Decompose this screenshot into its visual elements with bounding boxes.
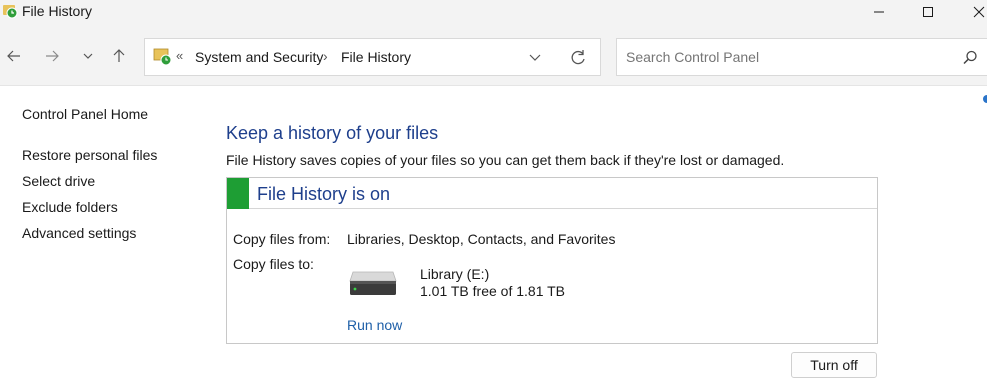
hard-drive-icon: [349, 271, 397, 295]
back-button[interactable]: [2, 44, 26, 68]
page-description: File History saves copies of your files …: [226, 152, 785, 168]
backup-drive-name: Library (E:): [420, 266, 490, 282]
page-heading: Keep a history of your files: [226, 123, 439, 143]
copy-from-value: Libraries, Desktop, Contacts, and Favori…: [347, 231, 616, 247]
control-panel-home-link[interactable]: Control Panel Home: [22, 106, 148, 122]
file-history-icon: [3, 5, 18, 19]
address-overflow-icon[interactable]: «: [176, 48, 183, 63]
close-button[interactable]: [956, 0, 987, 24]
breadcrumb-system-and-security[interactable]: System and Security: [195, 49, 323, 65]
status-title: File History is on: [257, 184, 391, 204]
run-now-link[interactable]: Run now: [347, 317, 402, 333]
address-bar[interactable]: « System and Security › File History: [144, 38, 601, 76]
status-indicator: [227, 178, 249, 209]
select-drive-link[interactable]: Select drive: [22, 173, 95, 189]
maximize-icon: [923, 7, 933, 17]
up-arrow-icon: [113, 49, 125, 62]
recent-locations-button[interactable]: [76, 44, 100, 68]
up-button[interactable]: [107, 44, 131, 68]
minimize-icon: [874, 11, 884, 13]
turn-off-button[interactable]: Turn off: [791, 352, 877, 378]
recent-locations-chevron-icon: [83, 53, 93, 59]
navigation-bar: « System and Security › File History: [0, 24, 987, 86]
backup-drive-space: 1.01 TB free of 1.81 TB: [420, 283, 566, 299]
file-history-status-panel: File History is on Copy files from: Libr…: [226, 177, 878, 344]
refresh-icon[interactable]: [568, 48, 588, 68]
close-icon: [973, 6, 985, 18]
copy-from-label: Copy files from:: [233, 231, 331, 247]
minimize-button[interactable]: [856, 0, 902, 24]
breadcrumb-file-history[interactable]: File History: [341, 49, 411, 65]
advanced-settings-link[interactable]: Advanced settings: [22, 225, 136, 241]
maximize-button[interactable]: [905, 0, 951, 24]
forward-button[interactable]: [40, 44, 64, 68]
restore-personal-files-link[interactable]: Restore personal files: [22, 147, 157, 163]
breadcrumb-separator[interactable]: ›: [323, 48, 328, 64]
exclude-folders-link[interactable]: Exclude folders: [22, 199, 118, 215]
copy-to-label: Copy files to:: [233, 256, 314, 272]
forward-arrow-icon: [46, 50, 59, 62]
window-title: File History: [22, 3, 93, 19]
title-bar: File History: [0, 0, 987, 24]
scroll-edge-indicator: [983, 95, 987, 103]
search-icon[interactable]: [961, 49, 979, 67]
search-input[interactable]: [617, 39, 947, 75]
address-dropdown-chevron-icon[interactable]: [527, 51, 543, 65]
back-arrow-icon: [7, 50, 20, 62]
status-header: File History is on: [227, 178, 877, 209]
control-panel-icon: [153, 48, 172, 66]
search-box[interactable]: [616, 38, 987, 76]
